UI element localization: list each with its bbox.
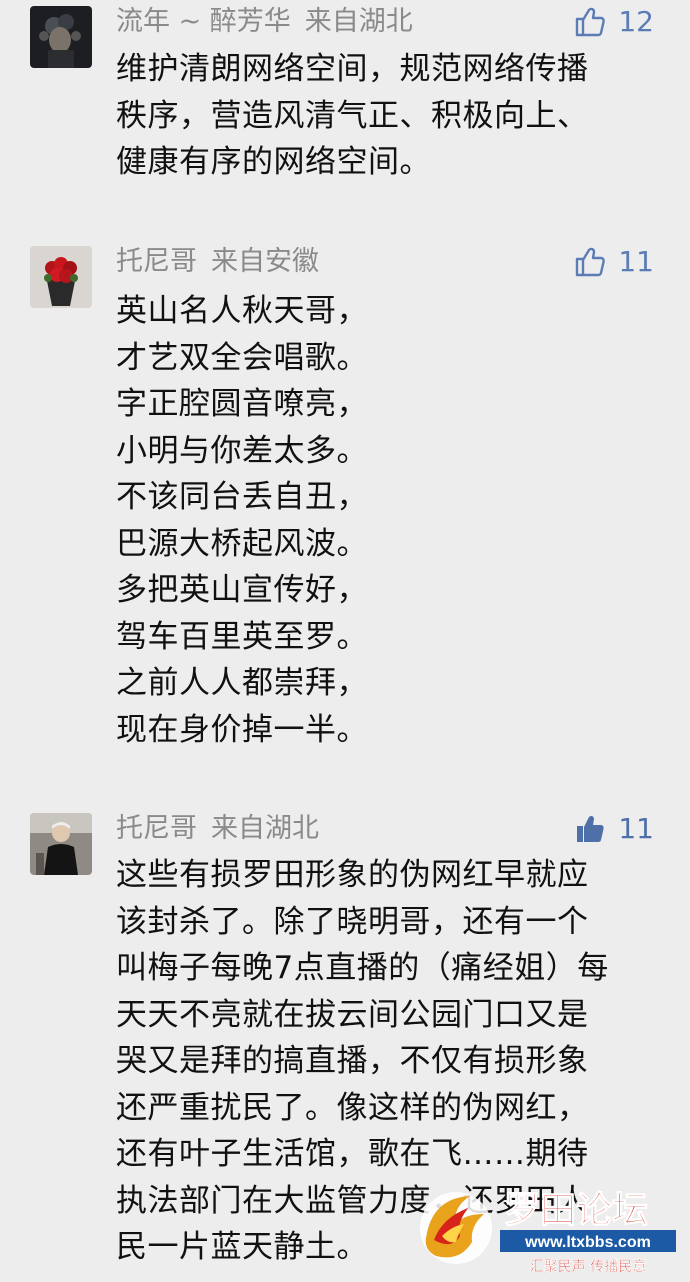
like-count: 11 [618, 245, 654, 278]
text-line: 哭又是拜的搞直播，不仅有损形象 [116, 1043, 589, 1079]
text-line: 字正腔圆音嘹亮， [116, 386, 368, 422]
text-line: 叫梅子每晚7点直播的（痛经姐）每 [116, 950, 609, 986]
text-line: 秩序，营造风清气正、积极向上、 [116, 97, 589, 134]
comment-author: 托尼哥 来自安徽 [116, 245, 319, 279]
text-line: 多把英山宣传好， [116, 572, 368, 608]
like-button[interactable]: 11 [574, 812, 654, 846]
thumbs-up-icon [576, 7, 606, 37]
comment-text: 英山名人秋天哥， 才艺双全会唱歌。 字正腔圆音嘹亮， 小明与你差太多。 不该同台… [116, 288, 656, 753]
text-line: 维护清朗网络空间，规范网络传播 [116, 51, 589, 87]
watermark-url: www.ltxbbs.com [524, 1234, 651, 1251]
text-line: 小明与你差太多。 [116, 432, 368, 469]
watermark-slogan: 汇聚民声 传播民意 [530, 1258, 646, 1275]
like-button[interactable]: 12 [574, 5, 654, 39]
like-button[interactable]: 11 [574, 245, 654, 279]
like-count: 11 [618, 812, 654, 845]
avatar[interactable] [30, 246, 92, 308]
watermark-brand: 罗田论坛 [504, 1190, 648, 1230]
thumbs-up-filled-icon [577, 815, 604, 842]
avatar[interactable] [30, 813, 92, 875]
like-count: 12 [618, 5, 654, 38]
text-line: 之前人人都崇拜， [116, 665, 368, 701]
watermark-logo: 罗田论坛 www.ltxbbs.com 汇聚民声 传播民意 [412, 1178, 682, 1278]
avatar[interactable] [30, 6, 92, 68]
phoenix-logo-icon [420, 1192, 492, 1264]
text-line: 巴源大桥起风波。 [116, 525, 368, 562]
text-line: 还有叶子生活馆，歌在飞……期待 [116, 1136, 589, 1172]
location-label: 来自湖北 [304, 6, 413, 37]
username[interactable]: 托尼哥 [116, 246, 197, 277]
location-label: 来自湖北 [211, 813, 319, 844]
text-line: 健康有序的网络空间。 [116, 144, 431, 180]
username[interactable]: 流年 ~ 醉芳华 [116, 6, 291, 37]
text-line: 该封杀了。除了晓明哥，还有一个 [116, 903, 589, 940]
username[interactable]: 托尼哥 [116, 813, 197, 844]
text-line: 现在身价掉一半。 [116, 711, 368, 748]
text-line: 才艺双全会唱歌。 [116, 339, 368, 376]
comment-author: 流年 ~ 醉芳华 来自湖北 [116, 5, 413, 39]
location-label: 来自安徽 [211, 246, 319, 277]
text-line: 英山名人秋天哥， [116, 293, 368, 329]
text-line: 不该同台丢自丑， [116, 479, 368, 515]
text-line: 这些有损罗田形象的伪网红早就应 [116, 857, 589, 893]
text-line: 驾车百里英至罗。 [116, 618, 368, 655]
comment-text: 维护清朗网络空间，规范网络传播 秩序，营造风清气正、积极向上、 健康有序的网络空… [116, 46, 656, 186]
text-line: 天天不亮就在拔云间公园门口又是 [116, 996, 589, 1033]
thumbs-up-icon [576, 247, 606, 277]
text-line: 还严重扰民了。像这样的伪网红， [116, 1089, 589, 1126]
comment-author: 托尼哥 来自湖北 [116, 812, 319, 846]
